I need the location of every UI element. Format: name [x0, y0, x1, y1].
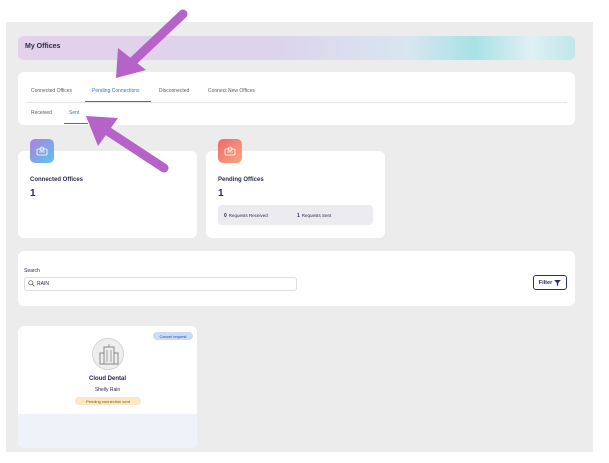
office-contact-name: Shelly Rain: [94, 387, 121, 393]
pending-offices-label: Pending Offices: [218, 177, 264, 183]
cancel-request-button[interactable]: Cancel request: [153, 332, 193, 340]
annotation-arrow-up-icon: [86, 116, 169, 173]
page-header-banner: My Offices: [18, 36, 575, 60]
tab-connected-offices[interactable]: Connected Offices: [31, 88, 72, 94]
pending-offices-count: 1: [218, 188, 224, 199]
status-badge: Pending connection sent: [75, 397, 141, 405]
tab-pending-connections[interactable]: Pending Connections: [92, 88, 140, 94]
tab-connect-new-offices[interactable]: Connect New Offices: [208, 88, 255, 94]
requests-sent: 1 Requests Sent: [297, 213, 331, 219]
requests-received-count: 0: [224, 213, 227, 219]
requests-summary: 0 Requests Received 1 Requests Sent: [218, 205, 373, 225]
requests-sent-label: Requests Sent: [301, 213, 332, 218]
requests-sent-count: 1: [297, 213, 300, 219]
office-building-icon: [30, 139, 54, 163]
pending-offices-card: Pending Offices 1 0 Requests Received 1 Re…: [206, 139, 385, 238]
search-label: Search: [24, 268, 40, 274]
tabs-divider: [26, 102, 567, 103]
connected-offices-label: Connected Offices: [30, 177, 84, 183]
page-title: My Offices: [25, 43, 61, 50]
filter-funnel-icon: [554, 279, 562, 286]
subtab-sent[interactable]: Sent: [69, 110, 79, 116]
annotation-arrow-down-icon: [116, 9, 188, 78]
tab-disconnected[interactable]: Disconnected: [159, 88, 189, 94]
office-building-icon: [218, 139, 242, 163]
search-field[interactable]: [24, 277, 297, 291]
connected-offices-count: 1: [30, 188, 36, 199]
active-tab-indicator: [85, 101, 151, 102]
app-container: My Offices Connected Offices Pending Con…: [6, 22, 593, 452]
office-building-icon: [92, 338, 124, 370]
search-icon: [28, 280, 35, 287]
office-card-footer: [18, 414, 197, 448]
search-input[interactable]: [37, 280, 287, 288]
requests-received-label: Requests Received: [228, 213, 268, 218]
filter-button-label: Filter: [538, 279, 553, 286]
subtab-received[interactable]: Received: [31, 110, 52, 116]
office-name: Cloud Dental: [89, 376, 126, 382]
search-panel: Search Filter: [18, 251, 575, 306]
filter-button[interactable]: Filter: [533, 275, 567, 290]
requests-received: 0 Requests Received: [224, 213, 268, 219]
office-card[interactable]: Cancel request Cloud Dental Shelly Rain …: [18, 326, 197, 448]
